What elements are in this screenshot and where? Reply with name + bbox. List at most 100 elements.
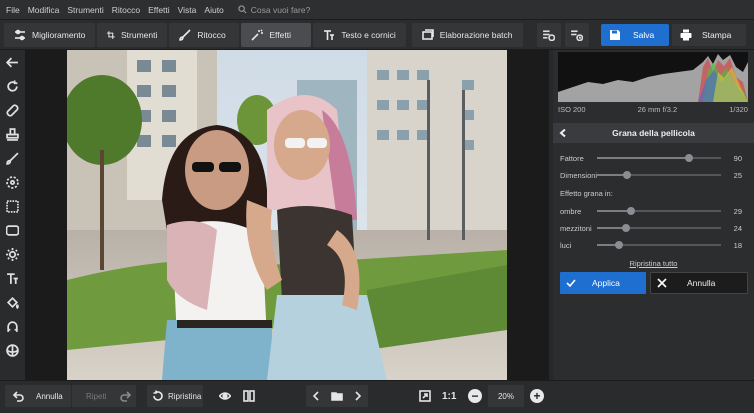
folder-icon[interactable] bbox=[331, 390, 343, 402]
search-box[interactable]: Cosa vuoi fare? bbox=[238, 5, 310, 15]
zoom-in-button[interactable]: + bbox=[530, 385, 544, 407]
target-icon bbox=[6, 176, 19, 189]
menu-effetti[interactable]: Effetti bbox=[148, 5, 170, 15]
chevron-right-icon[interactable] bbox=[352, 390, 364, 402]
chevron-left-icon[interactable] bbox=[310, 390, 322, 402]
reset-all-link[interactable]: Ripristina tutto bbox=[553, 259, 754, 268]
plus-icon: + bbox=[530, 389, 544, 403]
arrow-left-icon bbox=[6, 57, 18, 68]
actual-size-button[interactable]: 1:1 bbox=[442, 385, 456, 407]
text-tool[interactable] bbox=[3, 269, 23, 288]
slider-track[interactable] bbox=[597, 224, 721, 232]
menu-ritocco[interactable]: Ritocco bbox=[112, 5, 140, 15]
slider-label: ombre bbox=[560, 206, 582, 216]
history-button[interactable] bbox=[564, 22, 589, 47]
menu-strumenti[interactable]: Strumenti bbox=[67, 5, 103, 15]
healing-tool[interactable] bbox=[3, 101, 23, 120]
cancel-button[interactable]: Annulla bbox=[650, 272, 748, 294]
radial-tool[interactable] bbox=[3, 173, 23, 192]
tab-ritocco[interactable]: Ritocco bbox=[169, 22, 240, 47]
back-tool[interactable] bbox=[3, 53, 23, 72]
tab-label: Miglioramento bbox=[32, 29, 86, 40]
menu-vista[interactable]: Vista bbox=[178, 5, 197, 15]
panel-title: Grana della pellicola bbox=[612, 128, 695, 138]
tab-testo-e-cornici[interactable]: Testo e cornici bbox=[313, 22, 406, 47]
print-button[interactable]: Stampa bbox=[672, 24, 746, 46]
menu-file[interactable]: File bbox=[6, 5, 20, 15]
gradient-tool[interactable] bbox=[3, 197, 23, 216]
tab-label: Elaborazione batch bbox=[439, 29, 513, 40]
slider-ombre[interactable]: ombre 29 bbox=[560, 205, 746, 217]
slider-label: luci bbox=[560, 240, 572, 250]
file-navigator bbox=[306, 385, 368, 407]
rotate-tool[interactable] bbox=[3, 77, 23, 96]
slider-fattore[interactable]: Fattore 90 bbox=[560, 152, 746, 164]
brush-icon bbox=[179, 28, 191, 41]
magnet-tool[interactable] bbox=[3, 317, 23, 336]
stamp-tool[interactable] bbox=[3, 125, 23, 144]
list-add-icon bbox=[543, 30, 556, 41]
slider-knob[interactable] bbox=[615, 241, 623, 249]
slider-track[interactable] bbox=[597, 171, 721, 179]
preview-toggle[interactable] bbox=[216, 385, 234, 407]
tab-elaborazione-batch[interactable]: Elaborazione batch bbox=[411, 22, 523, 47]
compare-icon bbox=[243, 390, 255, 402]
tab-label: Effetti bbox=[269, 29, 291, 40]
magnet-icon bbox=[7, 321, 18, 332]
lens-value: 26 mm f/3.2 bbox=[637, 105, 678, 114]
zoom-value[interactable]: 20% bbox=[488, 385, 524, 407]
tab-effetti[interactable]: Effetti bbox=[241, 22, 312, 47]
list-clock-icon bbox=[571, 30, 584, 41]
slider-knob[interactable] bbox=[623, 171, 631, 179]
slider-knob[interactable] bbox=[622, 224, 630, 232]
panel-back-button[interactable] bbox=[553, 129, 573, 137]
vignette-tool[interactable] bbox=[3, 221, 23, 240]
sun-icon bbox=[6, 248, 19, 261]
menu-aiuto[interactable]: Aiuto bbox=[204, 5, 223, 15]
compare-toggle[interactable] bbox=[240, 385, 258, 407]
brush-tool[interactable] bbox=[3, 149, 23, 168]
slider-label: Dimensioni bbox=[560, 170, 598, 180]
light-tool[interactable] bbox=[3, 245, 23, 264]
slider-dimensioni[interactable]: Dimensioni 25 bbox=[560, 169, 746, 181]
slider-mezzitoni[interactable]: mezzitoni 24 bbox=[560, 222, 746, 234]
add-queue-button[interactable] bbox=[536, 22, 561, 47]
save-label: Salva bbox=[633, 30, 655, 40]
shield-icon bbox=[6, 344, 19, 357]
stamp-icon bbox=[6, 128, 19, 141]
apply-label: Applica bbox=[592, 278, 620, 288]
gradient-icon bbox=[6, 200, 19, 213]
apply-button[interactable]: Applica bbox=[560, 272, 646, 294]
canvas-area[interactable] bbox=[25, 50, 549, 380]
histogram bbox=[558, 52, 748, 102]
fill-tool[interactable] bbox=[3, 293, 23, 312]
mask-tool[interactable] bbox=[3, 341, 23, 360]
menu-modifica[interactable]: Modifica bbox=[28, 5, 60, 15]
fit-to-screen-button[interactable] bbox=[416, 385, 434, 407]
slider-luci[interactable]: luci 18 bbox=[560, 239, 746, 251]
slider-value: 29 bbox=[733, 206, 742, 216]
rotate-icon bbox=[7, 80, 18, 92]
sparkle-icon bbox=[251, 28, 264, 41]
slider-track[interactable] bbox=[597, 241, 721, 249]
tab-strumenti[interactable]: Strumenti bbox=[97, 22, 168, 47]
slider-track[interactable] bbox=[597, 207, 721, 215]
undo-button[interactable]: Annulla bbox=[5, 385, 71, 407]
undo-label: Annulla bbox=[36, 391, 63, 401]
slider-track[interactable] bbox=[597, 154, 721, 162]
slider-knob[interactable] bbox=[685, 154, 693, 162]
photo-editor-app: File Modifica Strumenti Ritocco Effetti … bbox=[0, 0, 754, 413]
vignette-icon bbox=[6, 225, 19, 236]
zoom-out-button[interactable]: − bbox=[468, 385, 482, 407]
redo-button[interactable]: Ripeti bbox=[72, 385, 136, 407]
tab-label: Strumenti bbox=[121, 29, 158, 40]
cancel-label: Annulla bbox=[687, 278, 716, 288]
restore-button[interactable]: Ripristina bbox=[147, 385, 203, 407]
tab-miglioramento[interactable]: Miglioramento bbox=[4, 22, 96, 47]
images-icon bbox=[421, 28, 434, 40]
save-button[interactable]: Salva bbox=[601, 24, 669, 46]
exif-info: ISO 200 26 mm f/3.2 1/320 bbox=[558, 105, 748, 114]
crop-icon bbox=[107, 30, 116, 39]
tab-label: Testo e cornici bbox=[341, 29, 396, 40]
slider-knob[interactable] bbox=[627, 207, 635, 215]
